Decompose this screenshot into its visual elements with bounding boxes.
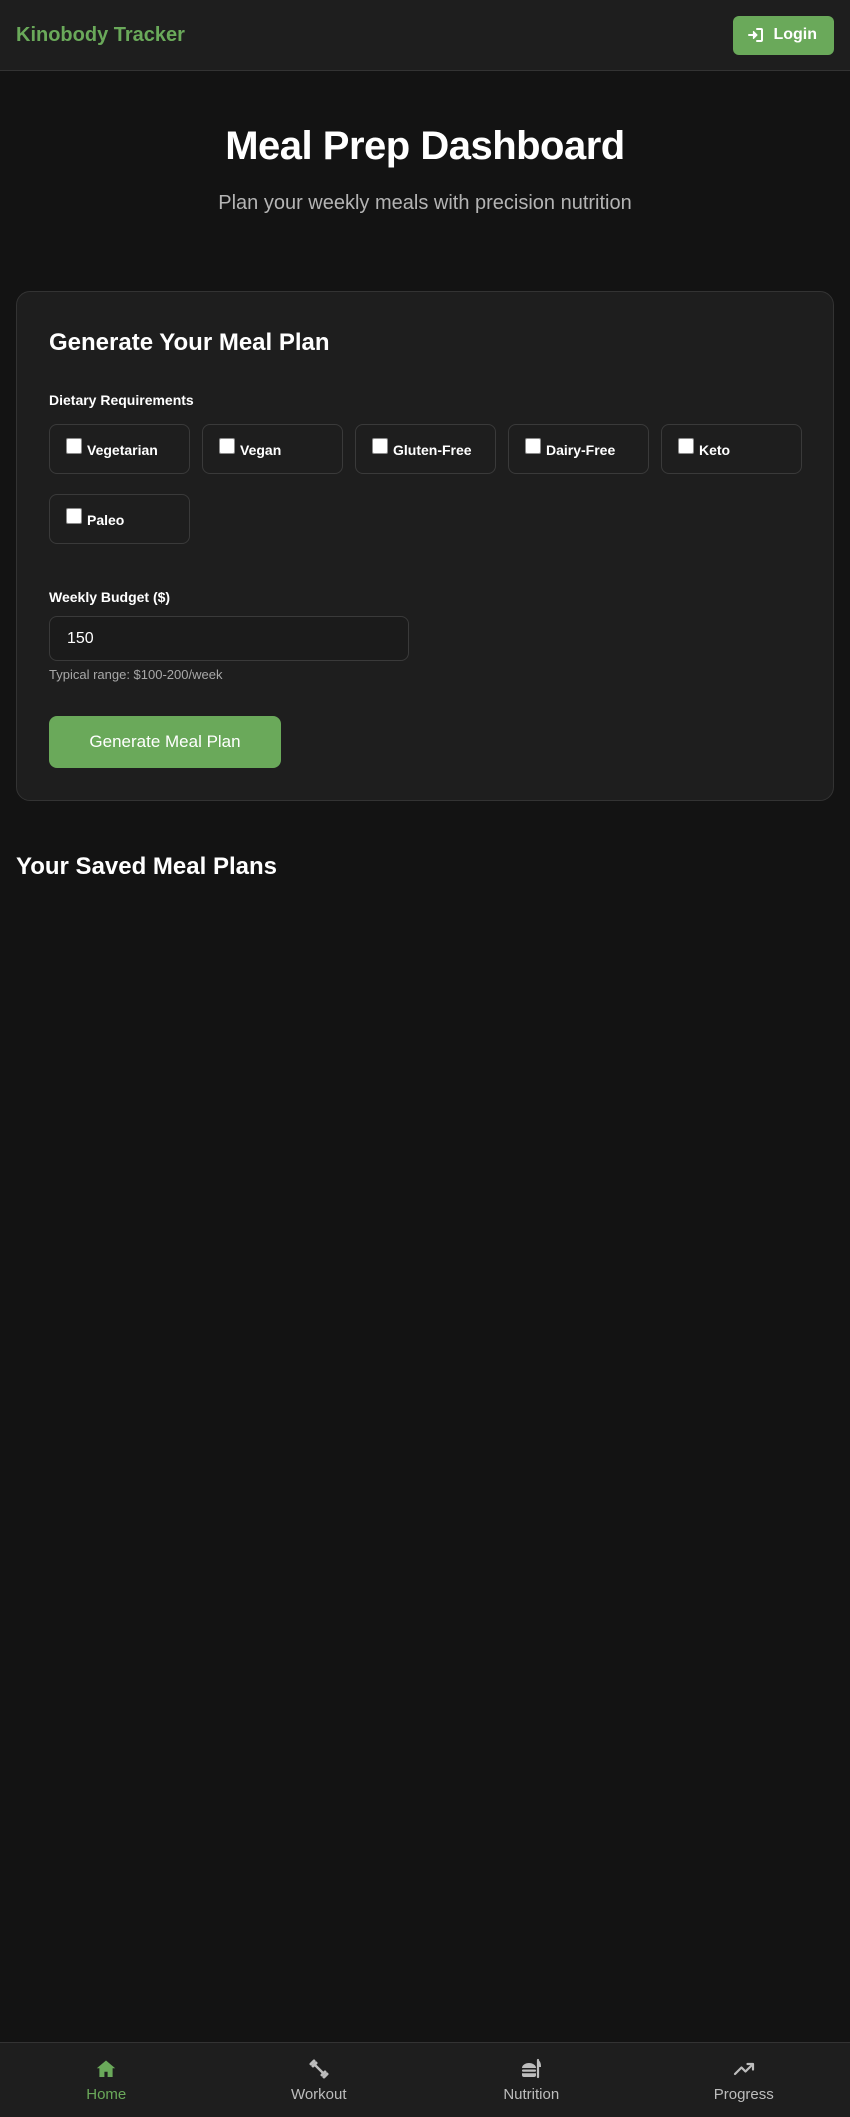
- home-icon: [97, 2060, 116, 2077]
- login-label: Login: [773, 26, 817, 43]
- nav-item-home[interactable]: Home: [0, 2043, 213, 2117]
- dumbbell-icon: [309, 2059, 329, 2078]
- top-bar: Kinobody Tracker Login: [0, 0, 850, 71]
- generate-meal-plan-button[interactable]: Generate Meal Plan: [49, 716, 281, 768]
- hero: Meal Prep Dashboard Plan your weekly mea…: [0, 120, 850, 215]
- option-vegan[interactable]: Vegan: [202, 424, 343, 474]
- budget-hint: Typical range: $100-200/week: [49, 667, 223, 682]
- saved-meal-plans-title: Your Saved Meal Plans: [16, 853, 277, 880]
- dietary-requirements-label: Dietary Requirements: [49, 392, 194, 408]
- page-subtitle: Plan your weekly meals with precision nu…: [218, 192, 632, 214]
- vegetarian-checkbox[interactable]: [66, 438, 82, 454]
- trend-up-icon: [733, 2062, 754, 2075]
- login-button[interactable]: Login: [733, 15, 834, 55]
- nav-item-nutrition[interactable]: Nutrition: [425, 2043, 638, 2117]
- dietary-options: Vegetarian Vegan Gluten-Free Dairy-Free …: [49, 424, 802, 544]
- nav-label: Progress: [713, 2085, 774, 2103]
- page-title: Meal Prep Dashboard: [225, 124, 625, 168]
- option-dairy-free[interactable]: Dairy-Free: [508, 424, 649, 474]
- option-gluten-free[interactable]: Gluten-Free: [355, 424, 496, 474]
- option-label: Paleo: [87, 512, 125, 528]
- bottom-nav: Home Workout Nutrition Progress: [0, 2042, 850, 2117]
- nav-item-workout[interactable]: Workout: [213, 2043, 426, 2117]
- page: Kinobody Tracker Login Meal Prep Dashboa…: [0, 0, 850, 2117]
- meal-plan-form-card: Generate Your Meal Plan Dietary Requirem…: [16, 291, 834, 801]
- brand-title[interactable]: Kinobody Tracker: [16, 24, 185, 47]
- form-title: Generate Your Meal Plan: [49, 329, 330, 356]
- option-label: Keto: [699, 442, 731, 458]
- weekly-budget-input[interactable]: [49, 616, 409, 661]
- keto-checkbox[interactable]: [678, 438, 694, 454]
- option-paleo[interactable]: Paleo: [49, 494, 190, 544]
- weekly-budget-label: Weekly Budget ($): [49, 589, 171, 605]
- paleo-checkbox[interactable]: [66, 508, 82, 524]
- dairy-free-checkbox[interactable]: [525, 438, 541, 454]
- sign-in-icon: [748, 28, 764, 42]
- option-label: Vegan: [240, 442, 282, 458]
- burger-icon: [522, 2058, 542, 2078]
- vegan-checkbox[interactable]: [219, 438, 235, 454]
- option-label: Gluten-Free: [393, 442, 472, 458]
- option-vegetarian[interactable]: Vegetarian: [49, 424, 190, 474]
- option-label: Dairy-Free: [546, 442, 616, 458]
- nav-item-progress[interactable]: Progress: [638, 2043, 850, 2117]
- option-keto[interactable]: Keto: [661, 424, 802, 474]
- option-label: Vegetarian: [87, 442, 158, 458]
- nav-label: Home: [86, 2085, 127, 2103]
- gluten-free-checkbox[interactable]: [372, 438, 388, 454]
- nav-label: Nutrition: [503, 2085, 560, 2103]
- nav-label: Workout: [290, 2085, 347, 2103]
